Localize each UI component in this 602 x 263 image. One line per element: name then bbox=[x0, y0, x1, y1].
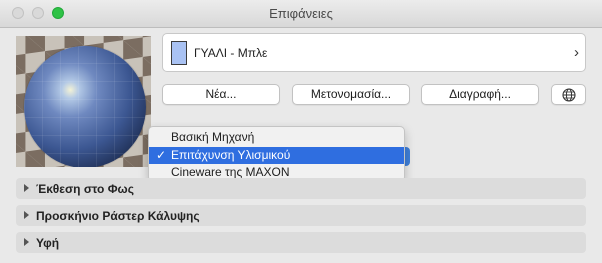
rename-button[interactable]: Μετονομασία... bbox=[292, 84, 410, 105]
globe-icon bbox=[562, 88, 576, 102]
title-bar: Επιφάνειες bbox=[0, 0, 602, 28]
new-button[interactable]: Νέα... bbox=[162, 84, 280, 105]
menu-item-hardware-acceleration[interactable]: ✓ Επιτάχυνση Υλισμικού bbox=[149, 147, 404, 164]
engine-dropdown-menu: Βασική Μηχανή ✓ Επιτάχυνση Υλισμικού Cin… bbox=[148, 126, 405, 182]
globe-button[interactable] bbox=[551, 84, 586, 105]
window-title: Επιφάνειες bbox=[269, 6, 333, 21]
surface-color-swatch bbox=[171, 41, 187, 65]
section-texture[interactable]: Υφή bbox=[16, 232, 586, 253]
surface-selector[interactable]: ΓΥΑΛΙ - Μπλε › bbox=[162, 33, 586, 72]
preview-sphere bbox=[24, 46, 146, 167]
delete-button[interactable]: Διαγραφή... bbox=[421, 84, 539, 105]
section-light-exposure[interactable]: Έκθεση στο Φως bbox=[16, 178, 586, 199]
menu-item-basic-engine[interactable]: Βασική Μηχανή bbox=[149, 129, 404, 146]
section-raster-cover-fill[interactable]: Προσκήνιο Ράστερ Κάλυψης bbox=[16, 205, 586, 226]
chevron-right-icon: › bbox=[574, 44, 579, 61]
disclosure-triangle-icon bbox=[24, 211, 29, 219]
checkmark-icon: ✓ bbox=[156, 148, 167, 162]
surface-name: ΓΥΑΛΙ - Μπλε bbox=[194, 46, 268, 60]
disclosure-triangle-icon bbox=[24, 238, 29, 246]
material-preview bbox=[16, 36, 151, 167]
disclosure-triangle-icon bbox=[24, 184, 29, 192]
